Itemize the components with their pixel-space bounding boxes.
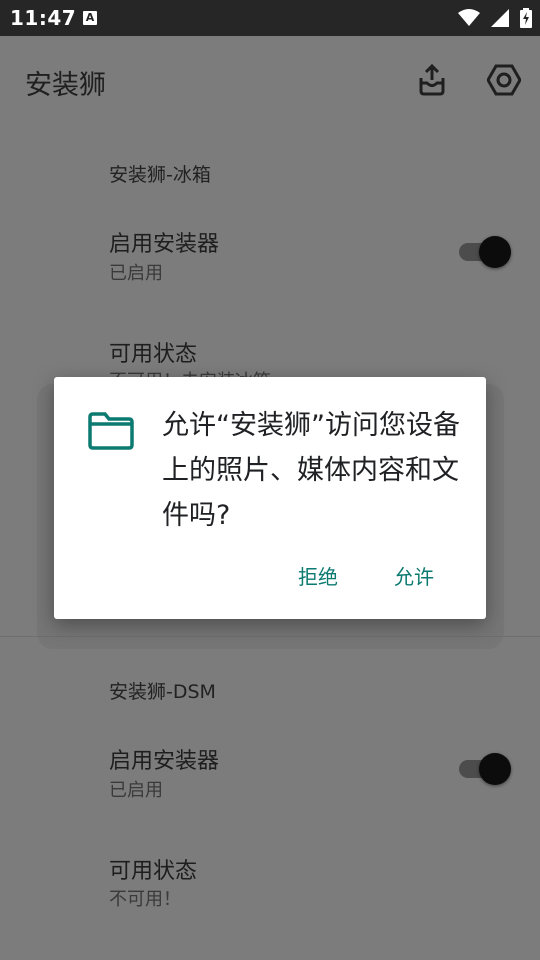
- status-bar: 11:47 A: [0, 0, 540, 36]
- permission-dialog: 允许“安装狮”访问您设备上的照片、媒体内容和文件吗? 拒绝 允许: [54, 377, 486, 619]
- app-title: 安装狮: [25, 70, 106, 101]
- status-icons: [452, 7, 532, 28]
- section-title-fridge: 安装狮-冰箱: [109, 164, 211, 186]
- enable-installer-switch[interactable]: [459, 236, 511, 268]
- cell-signal-icon: [490, 8, 509, 27]
- enable-installer-dsm-title[interactable]: 启用安装器: [109, 743, 219, 775]
- share-button[interactable]: [412, 60, 452, 100]
- enable-installer-dsm-switch[interactable]: [459, 753, 511, 785]
- settings-button[interactable]: [484, 60, 524, 100]
- switch-thumb: [479, 753, 511, 785]
- deny-button[interactable]: 拒绝: [290, 557, 346, 594]
- folder-icon: [88, 412, 134, 450]
- availability-title[interactable]: 可用状态: [109, 336, 197, 368]
- switch-thumb: [479, 236, 511, 268]
- battery-charging-icon: [520, 7, 532, 28]
- status-time: 11:47: [10, 6, 77, 30]
- notification-a-icon: A: [83, 11, 97, 25]
- app-bar: 安装狮: [0, 36, 540, 122]
- enable-installer-title[interactable]: 启用安装器: [109, 226, 219, 258]
- share-upload-icon: [419, 64, 445, 96]
- section-title-dsm: 安装狮-DSM: [109, 681, 216, 703]
- enable-installer-subtitle: 已启用: [109, 263, 163, 284]
- settings-icon: [487, 64, 521, 96]
- section-divider: [0, 636, 540, 637]
- dialog-message: 允许“安装狮”访问您设备上的照片、媒体内容和文件吗?: [162, 410, 460, 531]
- enable-installer-dsm-subtitle: 已启用: [109, 780, 163, 801]
- wifi-icon: [457, 8, 480, 26]
- allow-button[interactable]: 允许: [386, 557, 442, 594]
- availability-dsm-title[interactable]: 可用状态: [109, 853, 197, 885]
- availability-dsm-subtitle: 不可用！: [109, 889, 181, 910]
